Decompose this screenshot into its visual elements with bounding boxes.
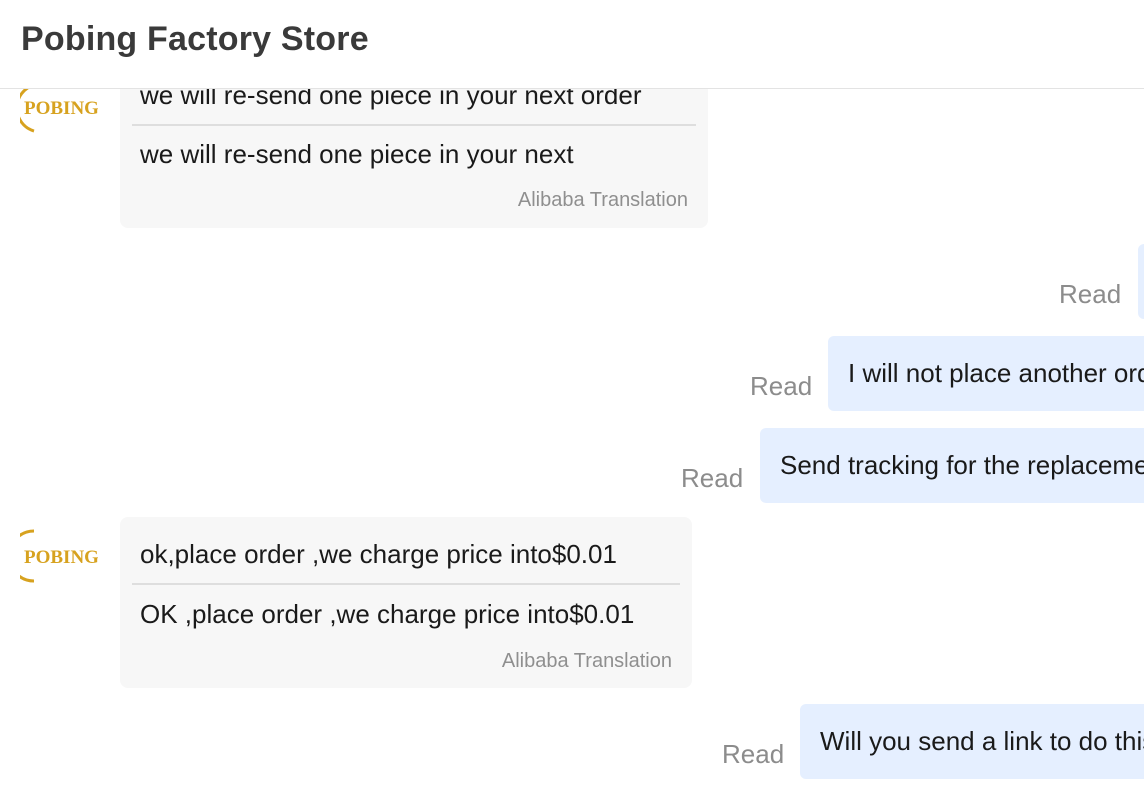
translated-text: we will re-send one piece in your next <box>140 139 574 169</box>
incoming-message: ok,place order ,we charge price into$0.0… <box>120 517 692 688</box>
svg-text:POBING: POBING <box>24 98 98 119</box>
chat-header: Pobing Factory Store <box>0 0 1144 89</box>
translation-divider <box>132 583 680 585</box>
translation-credit: Alibaba Translation <box>517 189 688 211</box>
translation-divider <box>132 124 696 126</box>
pobing-logo-icon: POBING <box>20 529 98 583</box>
outgoing-message: Will you send a link to do this <box>800 704 1144 779</box>
incoming-message: we will re-send one piece in your next o… <box>120 89 708 228</box>
read-status: Read <box>722 739 785 769</box>
message-text: I will not place another order <box>848 358 1144 388</box>
translation-credit: Alibaba Translation <box>501 650 672 672</box>
read-status: Read <box>750 371 813 401</box>
read-status: Read <box>681 463 744 493</box>
read-status: Read <box>1059 279 1122 309</box>
outgoing-message <box>1138 244 1144 319</box>
message-text: Will you send a link to do this <box>820 726 1144 756</box>
outgoing-message: Send tracking for the replacement <box>760 428 1144 503</box>
store-avatar[interactable]: POBING <box>20 525 98 587</box>
original-text: we will re-send one piece in your next o… <box>140 89 642 110</box>
message-list[interactable]: POBING we will re-send one piece in your… <box>0 89 1144 804</box>
store-title: Pobing Factory Store <box>21 20 369 58</box>
translated-text: OK ,place order ,we charge price into$0.… <box>140 599 635 629</box>
original-text: ok,place order ,we charge price into$0.0… <box>140 539 617 569</box>
pobing-logo-icon: POBING <box>20 89 98 133</box>
svg-text:POBING: POBING <box>24 547 98 568</box>
store-avatar[interactable]: POBING <box>20 89 98 137</box>
message-text: Send tracking for the replacement <box>780 450 1144 480</box>
outgoing-message: I will not place another order <box>828 336 1144 411</box>
